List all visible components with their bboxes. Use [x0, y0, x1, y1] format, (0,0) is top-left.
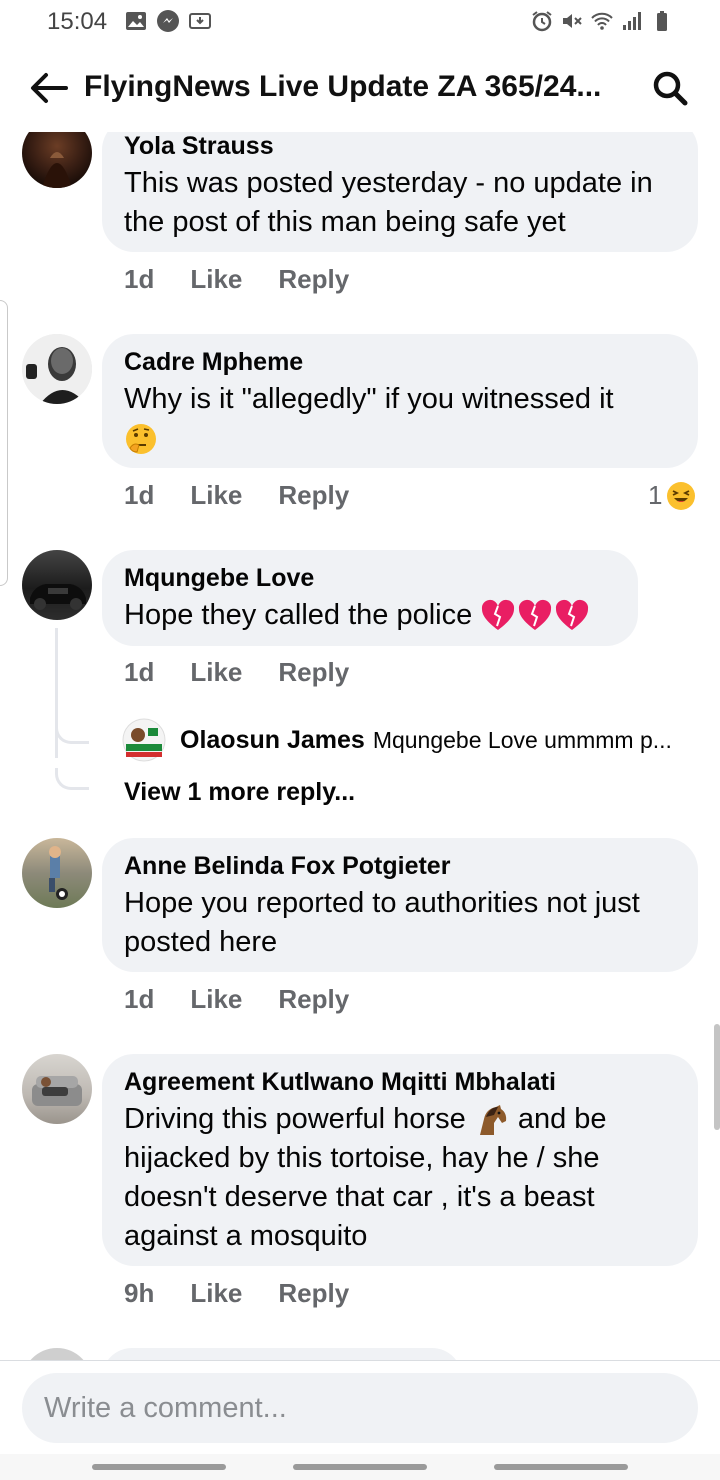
horse-emoji [479, 1105, 506, 1136]
page-title: FlyingNews Live Update ZA 365/24... [84, 70, 602, 103]
comment-actions: 1d Like Reply [124, 984, 385, 1015]
comment-time: 1d [124, 984, 155, 1014]
comment-text: Hope they called the police [124, 596, 616, 635]
reply-button[interactable]: Reply [278, 1278, 349, 1309]
comment-actions: 1d Like Reply [124, 657, 385, 688]
comment-time: 1d [124, 657, 155, 687]
thread-connector [55, 722, 89, 744]
top-app-bar: FlyingNews Live Update ZA 365/24... [0, 44, 720, 132]
reply-button[interactable]: Reply [278, 657, 349, 688]
reply-author[interactable]: Olaosun James [180, 726, 365, 755]
nav-back-button[interactable] [494, 1464, 628, 1470]
reply-button[interactable]: Reply [278, 984, 349, 1015]
status-time: 15:04 [47, 8, 108, 35]
reply-avatar[interactable] [122, 718, 166, 762]
avatar[interactable] [22, 838, 92, 908]
comment-bubble[interactable]: Anne Belinda Fox Potgieter Hope you repo… [102, 838, 698, 972]
like-button[interactable]: Like [190, 657, 242, 688]
comment-author[interactable]: Cadre Mpheme [124, 346, 676, 378]
battery-icon [657, 11, 667, 31]
reaction-summary[interactable]: 1 [648, 480, 696, 511]
comment-text-part: Driving this powerful horse [124, 1103, 466, 1135]
gallery-icon [126, 12, 146, 30]
broken-heart-emoji [482, 600, 589, 631]
comment-bubble[interactable]: Yola Strauss This was posted yesterday -… [102, 132, 698, 252]
comment-bubble[interactable]: Cadre Mpheme Why is it "allegedly" if yo… [102, 334, 698, 468]
comment-composer [0, 1360, 720, 1454]
comment-text: Hope you reported to authorities not jus… [124, 887, 640, 958]
thread-connector [55, 768, 89, 790]
comment-input[interactable] [22, 1373, 698, 1443]
comment-author[interactable]: Agreement Kutlwano Mqitti Mbhalati [124, 1066, 676, 1098]
like-button[interactable]: Like [190, 1278, 242, 1309]
comment-text: This was posted yesterday - no update in… [124, 167, 653, 238]
comment-time: 9h [124, 1278, 155, 1308]
view-more-replies-link[interactable]: View 1 more reply... [124, 778, 355, 807]
scrollbar-thumb[interactable] [714, 1024, 720, 1130]
like-button[interactable]: Like [190, 264, 242, 295]
edge-panel-handle[interactable] [0, 300, 8, 586]
avatar[interactable] [22, 132, 92, 188]
reply-button[interactable]: Reply [278, 264, 349, 295]
nav-recents-button[interactable] [92, 1464, 226, 1470]
comment-actions: 1d Like Reply [124, 480, 385, 511]
comment-author[interactable]: Yola Strauss [124, 132, 676, 162]
comment-text-content: Why is it "allegedly" if you witnessed i… [124, 383, 614, 415]
wifi-icon [591, 12, 613, 30]
comments-feed[interactable]: Yola Strauss This was posted yesterday -… [0, 132, 720, 1360]
status-right-icons [530, 9, 674, 33]
status-bar: 15:04 [0, 0, 720, 44]
thinking-face-emoji [126, 424, 156, 455]
comment-author[interactable]: Mqungebe Love [124, 562, 616, 594]
search-icon[interactable] [650, 68, 690, 108]
avatar[interactable] [22, 1054, 92, 1124]
avatar[interactable] [22, 550, 92, 620]
reaction-count: 1 [648, 480, 663, 510]
status-left-icons [124, 9, 212, 33]
comment-text-content: Hope they called the police [124, 599, 473, 631]
comment-text: Why is it "allegedly" if you witnessed i… [124, 380, 676, 458]
comment-time: 1d [124, 264, 155, 294]
comment-actions: 1d Like Reply [124, 264, 385, 295]
like-button[interactable]: Like [190, 480, 242, 511]
download-icon [189, 13, 211, 29]
messenger-icon [157, 10, 179, 32]
system-nav-bar [0, 1454, 720, 1480]
arrow-left-icon[interactable] [26, 68, 70, 108]
thread-line [55, 628, 58, 758]
reply-preview[interactable]: Olaosun James Mqungebe Love ummmm p... [122, 718, 703, 762]
avatar[interactable] [22, 1348, 92, 1360]
comment-text: Driving this powerful horse and be hijac… [124, 1100, 676, 1256]
laughing-emoji [667, 481, 696, 510]
nav-home-button[interactable] [293, 1464, 427, 1470]
comment-bubble[interactable]: Mqungebe Love Hope they called the polic… [102, 550, 638, 646]
reply-snippet: Mqungebe Love ummmm p... [372, 726, 672, 753]
comment-time: 1d [124, 480, 155, 510]
reply-button[interactable]: Reply [278, 480, 349, 511]
comment-bubble[interactable]: Agreement Kutlwano Mqitti Mbhalati Drivi… [102, 1054, 698, 1266]
comment-actions: 9h Like Reply [124, 1278, 385, 1309]
avatar[interactable] [22, 334, 92, 404]
mute-icon [563, 14, 582, 28]
like-button[interactable]: Like [190, 984, 242, 1015]
comment-author[interactable]: Anne Belinda Fox Potgieter [124, 850, 676, 882]
comment-bubble[interactable] [102, 1348, 462, 1360]
signal-icon [623, 12, 641, 30]
alarm-icon [532, 11, 552, 32]
